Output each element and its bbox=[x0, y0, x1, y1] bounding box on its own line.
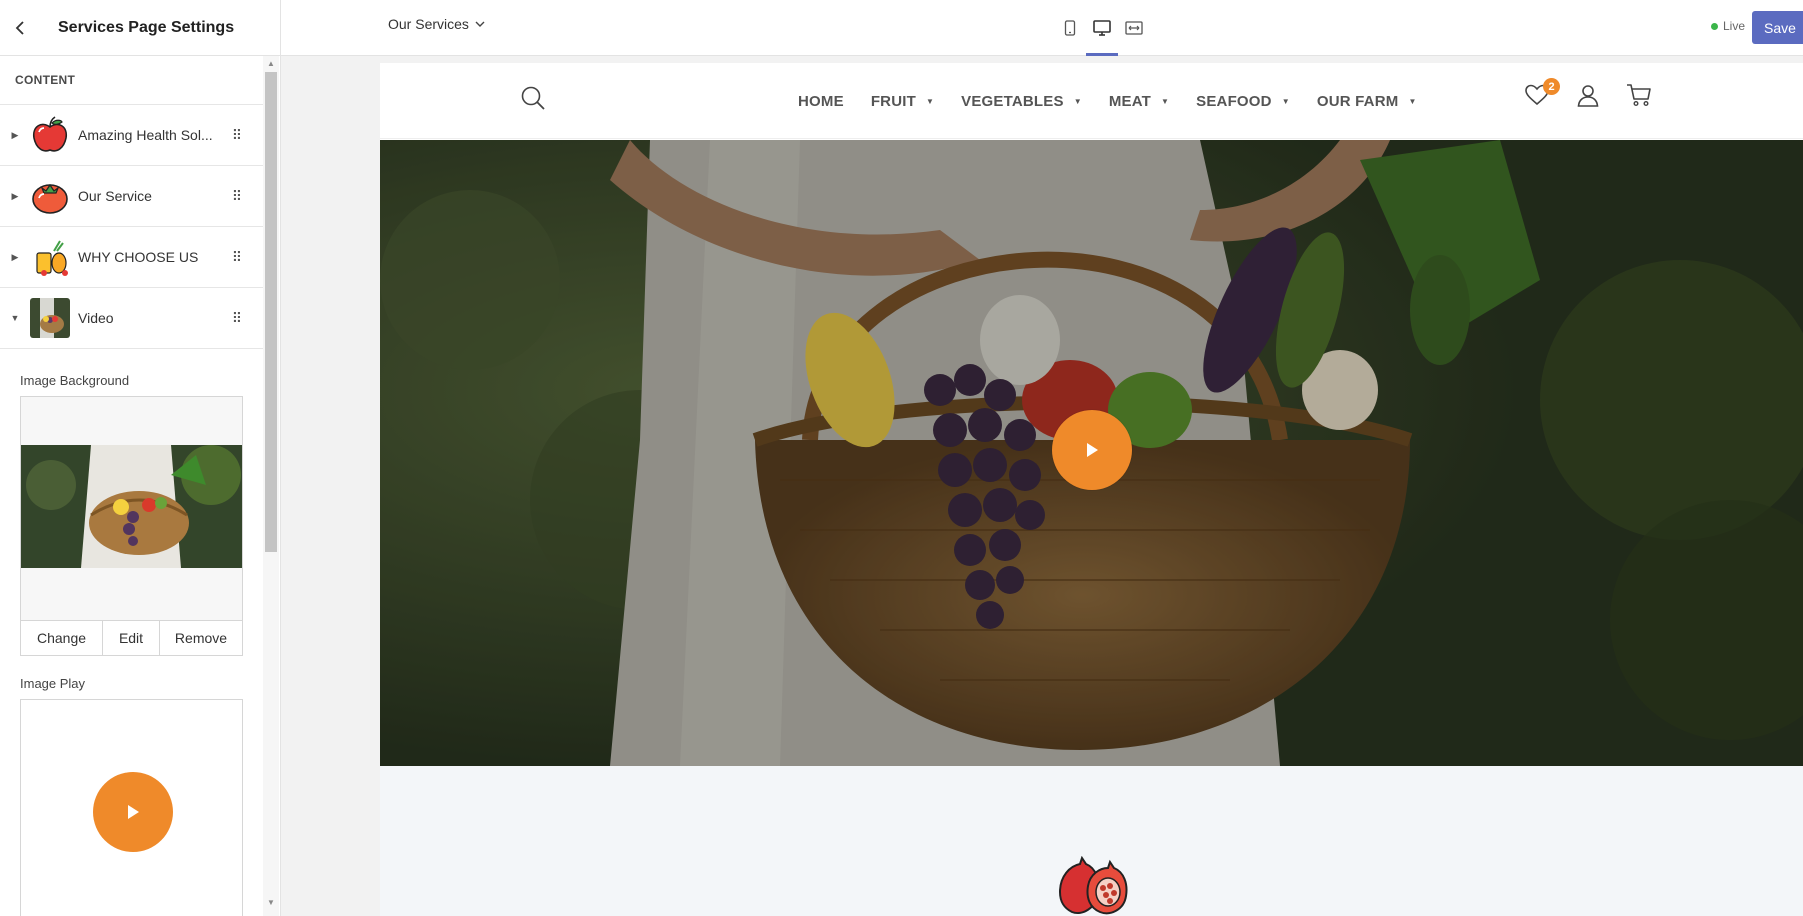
image-play-picker[interactable] bbox=[20, 699, 243, 916]
nav-item-seafood[interactable]: SEAFOOD ▼ bbox=[1196, 93, 1290, 110]
editor-topbar: Services Page Settings Our Services Live… bbox=[0, 0, 1803, 56]
nav-item-fruit[interactable]: FRUIT ▼ bbox=[871, 93, 934, 110]
fullwidth-view-button[interactable] bbox=[1118, 0, 1150, 56]
video-play-button[interactable] bbox=[1052, 410, 1132, 490]
nav-label: HOME bbox=[798, 92, 844, 110]
user-icon bbox=[1577, 85, 1599, 107]
caret-down-icon: ▼ bbox=[925, 96, 935, 106]
change-button[interactable]: Change bbox=[21, 621, 103, 655]
wishlist-badge: 2 bbox=[1543, 78, 1560, 95]
remove-button[interactable]: Remove bbox=[160, 621, 242, 655]
caret-down-icon: ▼ bbox=[1281, 96, 1290, 106]
nav-item-our-farm[interactable]: OUR FARM ▼ bbox=[1317, 93, 1417, 110]
desktop-icon bbox=[1093, 20, 1111, 36]
apple-icon bbox=[30, 115, 70, 155]
drag-handle-icon[interactable]: ⠿ bbox=[230, 105, 244, 166]
site-header: HOME FRUIT ▼ VEGETABLES ▼ MEAT ▼ SEAFOOD ▼ O… bbox=[380, 63, 1803, 139]
nav-label: MEAT bbox=[1108, 92, 1151, 110]
nav-label: SEAFOOD bbox=[1196, 92, 1272, 110]
header-icons: 2 bbox=[1524, 78, 1652, 112]
tomato-icon bbox=[30, 176, 70, 216]
drag-handle-icon[interactable]: ⠿ bbox=[230, 288, 244, 349]
pomegranate-icon bbox=[1052, 855, 1130, 916]
page-selector[interactable]: Our Services bbox=[388, 16, 485, 32]
block-label: Amazing Health Sol... bbox=[78, 127, 213, 143]
wishlist-button[interactable]: 2 bbox=[1524, 78, 1560, 112]
caret-right-icon[interactable]: ▶ bbox=[0, 252, 30, 263]
caret-down-icon: ▼ bbox=[1408, 96, 1417, 106]
fruits-icon bbox=[30, 237, 70, 277]
caret-down-icon[interactable]: ▼ bbox=[0, 313, 30, 323]
back-button[interactable] bbox=[0, 0, 40, 56]
mobile-icon bbox=[1064, 20, 1076, 36]
sidebar-header: Services Page Settings bbox=[0, 0, 281, 56]
chevron-left-icon bbox=[15, 21, 24, 35]
panel-title: Services Page Settings bbox=[58, 19, 235, 36]
chevron-down-icon bbox=[475, 21, 485, 27]
save-button[interactable]: Save bbox=[1752, 11, 1803, 44]
mobile-view-button[interactable] bbox=[1054, 0, 1086, 56]
edit-button[interactable]: Edit bbox=[103, 621, 160, 655]
search-button[interactable] bbox=[520, 85, 546, 116]
nav-item-meat[interactable]: MEAT ▼ bbox=[1109, 93, 1169, 110]
video-banner bbox=[380, 140, 1803, 766]
play-icon bbox=[1087, 443, 1098, 457]
scroll-down-icon[interactable]: ▼ bbox=[267, 899, 275, 907]
live-label: Live bbox=[1723, 19, 1746, 33]
image-background-label: Image Background bbox=[20, 373, 130, 388]
nav-item-vegetables[interactable]: VEGETABLES ▼ bbox=[961, 93, 1082, 110]
drag-handle-icon[interactable]: ⠿ bbox=[230, 227, 244, 288]
block-item-why-choose-us[interactable]: ▶ WHY CHOOSE US ⠿ bbox=[0, 227, 263, 288]
scrollbar-thumb[interactable] bbox=[265, 72, 277, 552]
sidebar-content: CONTENT ▶ Amazing Health Sol... ⠿ ▶ Our … bbox=[0, 56, 263, 916]
content-section-label: CONTENT bbox=[0, 56, 263, 105]
caret-down-icon: ▼ bbox=[1073, 96, 1082, 106]
search-icon bbox=[521, 86, 545, 110]
desktop-view-button[interactable] bbox=[1086, 0, 1118, 56]
image-background-actions: Change Edit Remove bbox=[20, 620, 243, 656]
caret-down-icon: ▼ bbox=[1161, 96, 1170, 106]
nav-label: VEGETABLES bbox=[961, 92, 1064, 110]
nav-label: FRUIT bbox=[870, 92, 916, 110]
sidebar-scrollbar[interactable]: ▲ ▼ bbox=[263, 56, 279, 916]
settings-sidebar: CONTENT ▶ Amazing Health Sol... ⠿ ▶ Our … bbox=[0, 56, 281, 916]
main-nav: HOME FRUIT ▼ VEGETABLES ▼ MEAT ▼ SEAFOOD ▼ O… bbox=[798, 63, 1444, 139]
cart-button[interactable] bbox=[1626, 83, 1652, 112]
page-selector-label: Our Services bbox=[388, 16, 469, 32]
preview-area: HOME FRUIT ▼ VEGETABLES ▼ MEAT ▼ SEAFOOD ▼ O… bbox=[281, 56, 1803, 916]
block-label: WHY CHOOSE US bbox=[78, 249, 199, 265]
image-background-preview bbox=[21, 445, 242, 568]
block-label: Video bbox=[78, 310, 114, 326]
caret-right-icon[interactable]: ▶ bbox=[0, 191, 30, 202]
nav-item-home[interactable]: HOME bbox=[798, 93, 844, 110]
block-item-amazing-health[interactable]: ▶ Amazing Health Sol... ⠿ bbox=[0, 105, 263, 166]
block-item-video[interactable]: ▼ Video ⠿ bbox=[0, 288, 263, 349]
scroll-up-icon[interactable]: ▲ bbox=[267, 60, 275, 68]
cart-icon bbox=[1627, 84, 1651, 107]
device-switcher bbox=[1054, 0, 1150, 56]
live-dot-icon bbox=[1711, 22, 1718, 30]
image-play-label: Image Play bbox=[20, 676, 86, 691]
live-status: Live bbox=[1711, 19, 1745, 33]
drag-handle-icon[interactable]: ⠿ bbox=[230, 166, 244, 227]
image-background-picker[interactable] bbox=[20, 396, 243, 620]
fullwidth-icon bbox=[1125, 21, 1143, 35]
block-item-our-service[interactable]: ▶ Our Service ⠿ bbox=[0, 166, 263, 227]
caret-right-icon[interactable]: ▶ bbox=[0, 130, 30, 141]
nav-label: OUR FARM bbox=[1316, 92, 1399, 110]
video-thumb bbox=[30, 298, 70, 338]
play-image-preview bbox=[93, 772, 173, 852]
block-label: Our Service bbox=[78, 188, 152, 204]
site-preview: HOME FRUIT ▼ VEGETABLES ▼ MEAT ▼ SEAFOOD ▼ O… bbox=[380, 63, 1803, 916]
play-icon bbox=[128, 805, 139, 819]
next-section bbox=[380, 766, 1803, 916]
account-button[interactable] bbox=[1576, 83, 1600, 112]
